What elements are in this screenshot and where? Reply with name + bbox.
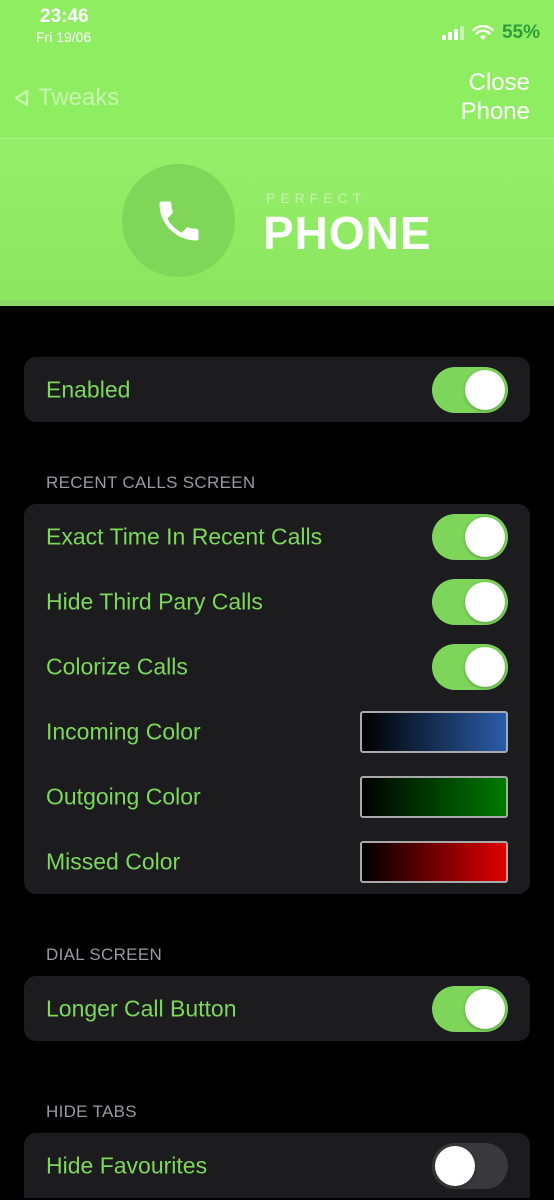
wifi-icon <box>472 25 494 40</box>
longer-call-button-row: Longer Call Button <box>24 976 530 1041</box>
outgoing-color-label: Outgoing Color <box>46 783 201 809</box>
outgoing-color-row: Outgoing Color <box>24 764 530 829</box>
section-header-recent-calls: RECENT CALLS SCREEN <box>46 473 256 492</box>
status-date: Fri 19/06 <box>36 29 92 45</box>
missed-color-swatch[interactable] <box>360 840 508 883</box>
toggle-knob <box>465 646 505 687</box>
exact-time-toggle[interactable] <box>432 513 508 560</box>
hide-third-party-toggle[interactable] <box>432 578 508 625</box>
outgoing-color-swatch[interactable] <box>360 775 508 818</box>
exact-time-row: Exact Time In Recent Calls <box>24 504 530 569</box>
hide-favourites-row: Hide Favourites <box>24 1133 530 1198</box>
hide-tabs-group: Hide Favourites <box>24 1133 530 1198</box>
longer-call-button-label: Longer Call Button <box>46 995 237 1021</box>
missed-color-label: Missed Color <box>46 848 181 874</box>
toggle-knob <box>465 581 505 622</box>
incoming-color-row: Incoming Color <box>24 699 530 764</box>
colorize-calls-row: Colorize Calls <box>24 634 530 699</box>
recent-calls-group: Exact Time In Recent Calls Hide Third Pa… <box>24 504 530 894</box>
battery-percentage: 55% <box>501 22 540 43</box>
colorize-calls-toggle[interactable] <box>432 643 508 690</box>
hide-favourites-toggle[interactable] <box>432 1142 508 1189</box>
signal-icon <box>441 26 464 40</box>
logo-circle <box>122 164 235 277</box>
incoming-color-swatch[interactable] <box>360 710 508 753</box>
phone-handset-icon <box>159 201 198 240</box>
missed-color-row: Missed Color <box>24 829 530 894</box>
toggle-knob <box>465 988 505 1029</box>
enabled-row: Enabled <box>24 357 530 422</box>
enabled-group: Enabled <box>24 357 530 422</box>
back-button[interactable]: Tweaks <box>12 84 119 112</box>
longer-call-button-toggle[interactable] <box>432 985 508 1032</box>
close-phone-button[interactable]: Close Phone <box>461 68 530 126</box>
toggle-knob <box>435 1145 475 1186</box>
header: 23:46 Fri 19/06 55% Tweaks Close Phone P… <box>0 0 554 306</box>
section-header-hide-tabs: HIDE TABS <box>46 1102 137 1121</box>
toggle-knob <box>465 516 505 557</box>
banner-title: PHONE <box>263 207 432 259</box>
close-label-line2: Phone <box>460 98 530 125</box>
status-time: 23:46 <box>40 6 89 27</box>
close-label-line1: Close <box>468 69 530 96</box>
colorize-calls-label: Colorize Calls <box>46 653 188 679</box>
banner-subtitle: PERFECT <box>266 190 367 206</box>
hide-favourites-label: Hide Favourites <box>46 1152 208 1178</box>
hide-third-party-label: Hide Third Pary Calls <box>46 588 263 614</box>
toggle-knob <box>465 369 505 410</box>
incoming-color-label: Incoming Color <box>46 718 201 744</box>
section-header-dial: DIAL SCREEN <box>46 945 163 964</box>
status-right: 55% <box>441 22 540 44</box>
dial-group: Longer Call Button <box>24 976 530 1041</box>
enabled-toggle[interactable] <box>432 366 508 413</box>
hide-third-party-row: Hide Third Pary Calls <box>24 569 530 634</box>
enabled-label: Enabled <box>46 376 131 402</box>
back-label: Tweaks <box>38 84 120 111</box>
back-triangle-icon <box>14 89 29 107</box>
exact-time-label: Exact Time In Recent Calls <box>46 523 323 549</box>
